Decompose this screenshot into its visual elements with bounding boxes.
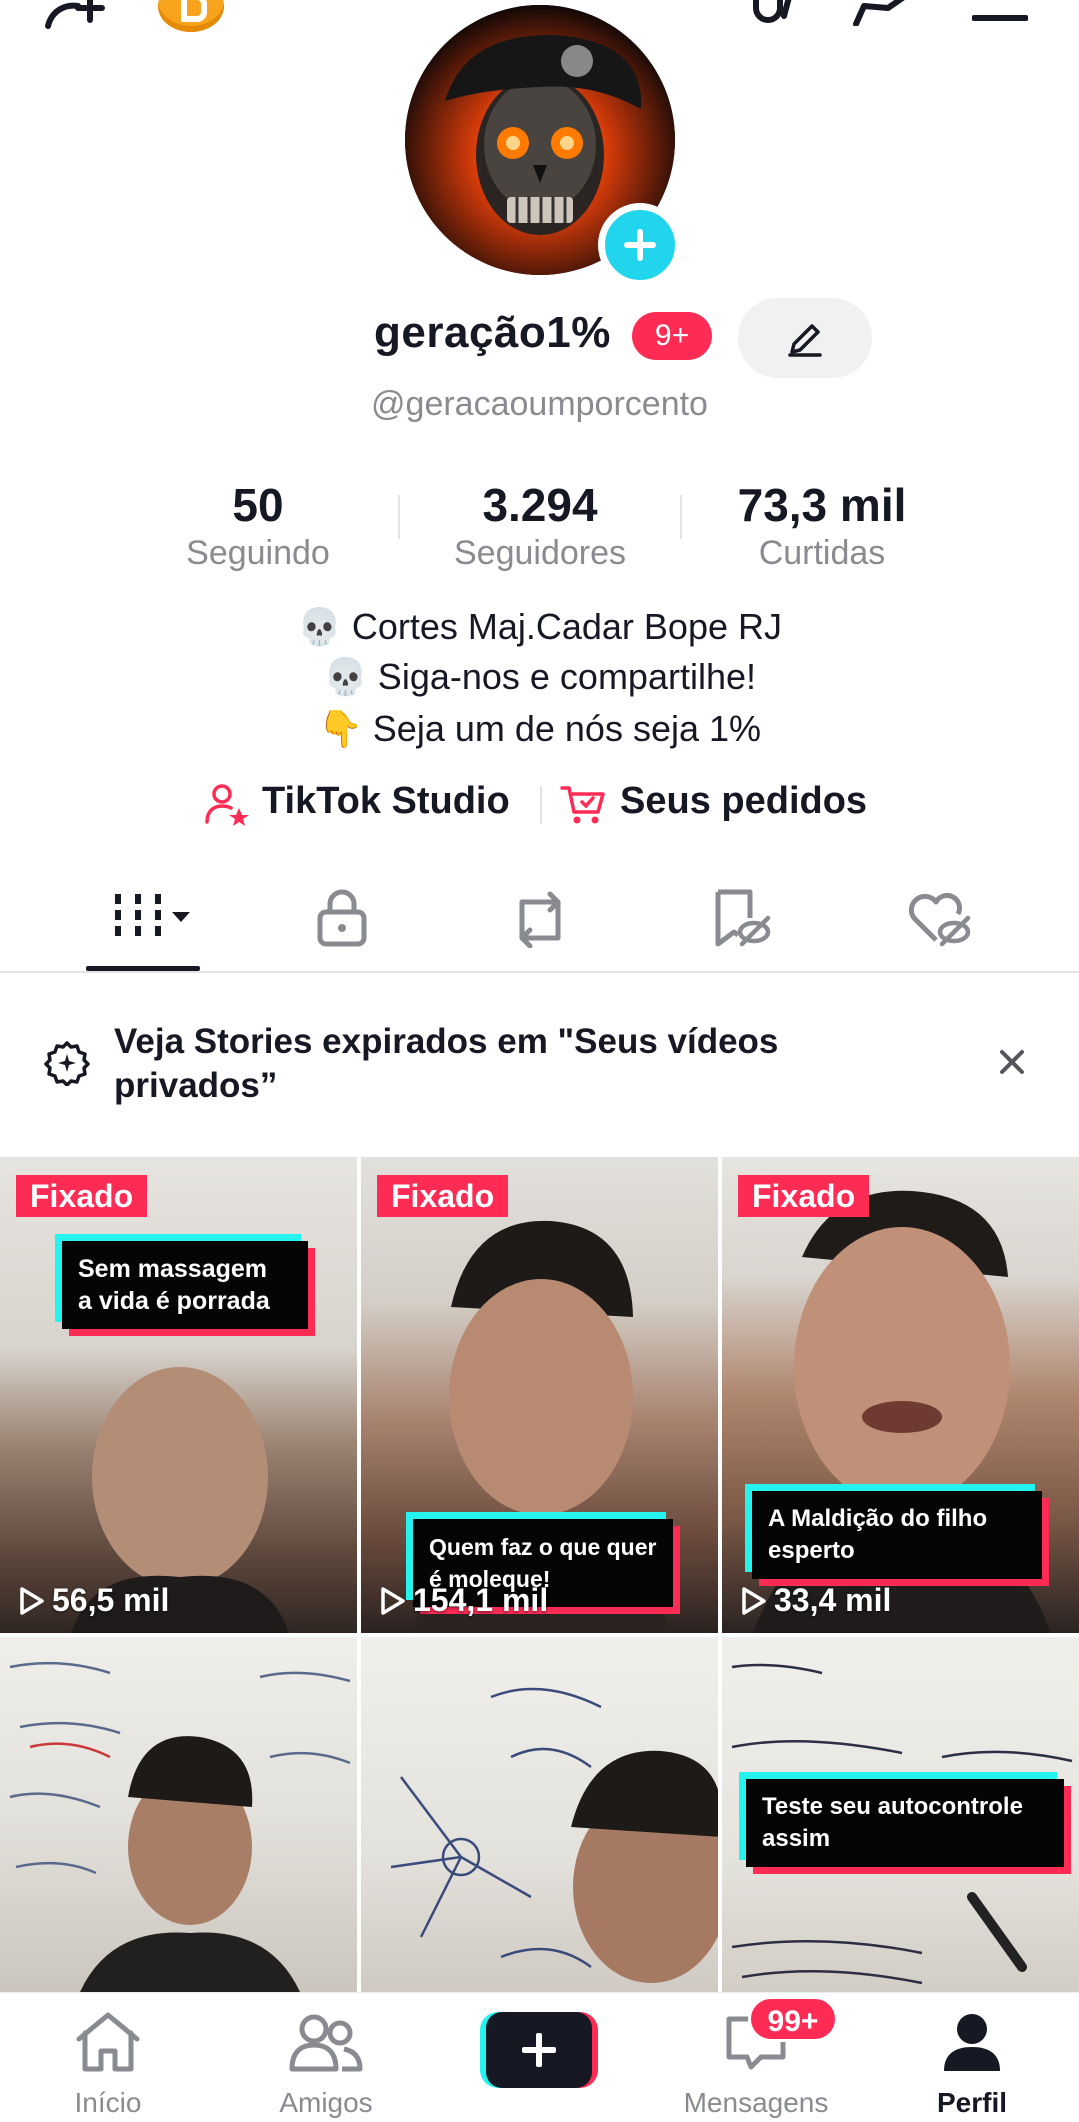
tab-saved[interactable] <box>700 880 780 960</box>
pinned-label: Fixado <box>738 1175 870 1217</box>
tab-private[interactable] <box>302 880 382 960</box>
play-icon <box>742 1587 766 1615</box>
pinned-label: Fixado <box>377 1175 509 1217</box>
view-count: 33,4 mil <box>740 1582 891 1619</box>
caption-line: assim <box>762 1825 831 1852</box>
plus-icon <box>486 2012 592 2088</box>
caption-line: Quem faz o que quer <box>429 1534 657 1560</box>
play-icon <box>20 1587 44 1615</box>
caption-line: a vida é porrada <box>78 1287 270 1315</box>
create-button[interactable] <box>480 2012 598 2088</box>
video-tile[interactable]: Fixado A Maldição do filho esperto 33,4 … <box>722 1157 1079 1633</box>
bio-line: 👇 Seja um de nós seja 1% <box>317 708 762 749</box>
link-divider <box>540 786 542 824</box>
video-caption: A Maldição do filho esperto <box>752 1491 1042 1579</box>
view-count-text: 56,5 mil <box>52 1582 170 1618</box>
caption-line: A Maldição do filho <box>768 1505 988 1532</box>
video-tile[interactable] <box>0 1637 357 1992</box>
coins-icon[interactable] <box>158 0 224 32</box>
stories-banner-text: Veja Stories expirados em "Seus vídeos p… <box>114 1022 779 1105</box>
likes-count: 73,3 mil <box>737 479 907 531</box>
edit-profile-button[interactable] <box>738 298 872 378</box>
likes-stat[interactable]: 73,3 mil Curtidas <box>702 478 942 573</box>
tab-liked[interactable] <box>900 880 980 960</box>
bio-line: 💀 Cortes Maj.Cadar Bope RJ <box>297 606 782 647</box>
nav-friends[interactable]: Amigos <box>236 1993 416 2122</box>
pencil-icon <box>788 324 822 357</box>
studio-person-star-icon <box>205 784 249 826</box>
tab-reposts[interactable] <box>500 880 580 960</box>
add-story-button[interactable] <box>598 203 682 287</box>
view-count: 56,5 mil <box>18 1582 169 1619</box>
nav-home[interactable]: Início <box>18 1993 198 2122</box>
username-handle: @geracaoumporcento <box>371 385 708 423</box>
video-tile[interactable] <box>361 1637 718 1992</box>
following-count: 50 <box>232 479 284 531</box>
share-profile-icon[interactable] <box>852 0 924 26</box>
nav-label: Início <box>74 2087 142 2118</box>
view-count-text: 33,4 mil <box>774 1582 892 1618</box>
whiteboard-scribbles <box>9 1661 351 1992</box>
view-count: 154,1 mil <box>379 1582 548 1619</box>
add-friend-icon[interactable] <box>44 0 116 30</box>
messages-badge: 99+ <box>748 1996 838 2042</box>
following-label: Seguindo <box>186 534 330 572</box>
view-count-text: 154,1 mil <box>413 1582 549 1618</box>
play-icon <box>381 1587 405 1615</box>
whiteboard-scribbles <box>390 1687 718 1983</box>
followers-count: 3.294 <box>482 479 598 531</box>
repost-icon <box>519 891 561 948</box>
video-tile[interactable]: Fixado Sem massagem a vida é porrada 56,… <box>0 1157 357 1633</box>
tab-videos[interactable] <box>110 880 190 960</box>
tiktok-studio-link[interactable]: TikTok Studio <box>262 780 510 823</box>
caption-line: Sem massagem <box>78 1255 268 1283</box>
stat-divider <box>398 495 400 539</box>
bookmark-hidden-icon <box>715 889 771 947</box>
video-tile[interactable]: Teste seu autocontrole assim <box>722 1637 1079 1992</box>
heart-hidden-icon <box>908 892 971 947</box>
nav-profile[interactable]: Perfil <box>882 1993 1062 2122</box>
grid-icon <box>115 894 190 936</box>
friends-icon <box>289 2014 363 2072</box>
stat-divider <box>680 495 682 539</box>
video-tile[interactable]: Fixado Quem faz o que quer é moleque! 15… <box>361 1157 718 1633</box>
display-name: geração1% <box>374 308 611 357</box>
nav-label: Mensagens <box>683 2087 829 2118</box>
story-icon <box>44 1041 90 1086</box>
menu-icon[interactable] <box>972 0 1028 26</box>
pinned-label: Fixado <box>16 1175 148 1217</box>
following-stat[interactable]: 50 Seguindo <box>138 478 378 573</box>
bio-line: 💀 Siga-nos e compartilhe! <box>322 656 757 697</box>
followers-label: Seguidores <box>453 534 626 572</box>
lock-icon <box>317 889 367 947</box>
followers-stat[interactable]: 3.294 Seguidores <box>420 478 660 573</box>
creator-tools-icon[interactable] <box>748 0 804 26</box>
caption-line: esperto <box>768 1537 855 1564</box>
likes-label: Curtidas <box>758 534 886 572</box>
orders-link[interactable]: Seus pedidos <box>620 780 867 823</box>
nav-label: Perfil <box>936 2087 1008 2118</box>
caption-line: Teste seu autocontrole <box>762 1793 1023 1820</box>
profile-icon <box>944 2014 1000 2071</box>
tab-divider <box>0 971 1079 973</box>
video-caption: Sem massagem a vida é porrada <box>62 1241 308 1329</box>
home-icon <box>76 2012 140 2072</box>
cart-icon <box>560 786 605 824</box>
close-icon[interactable] <box>994 1044 1030 1080</box>
video-caption: Teste seu autocontrole assim <box>746 1779 1064 1867</box>
notification-badge[interactable]: 9+ <box>632 312 712 360</box>
nav-label: Amigos <box>279 2087 373 2118</box>
